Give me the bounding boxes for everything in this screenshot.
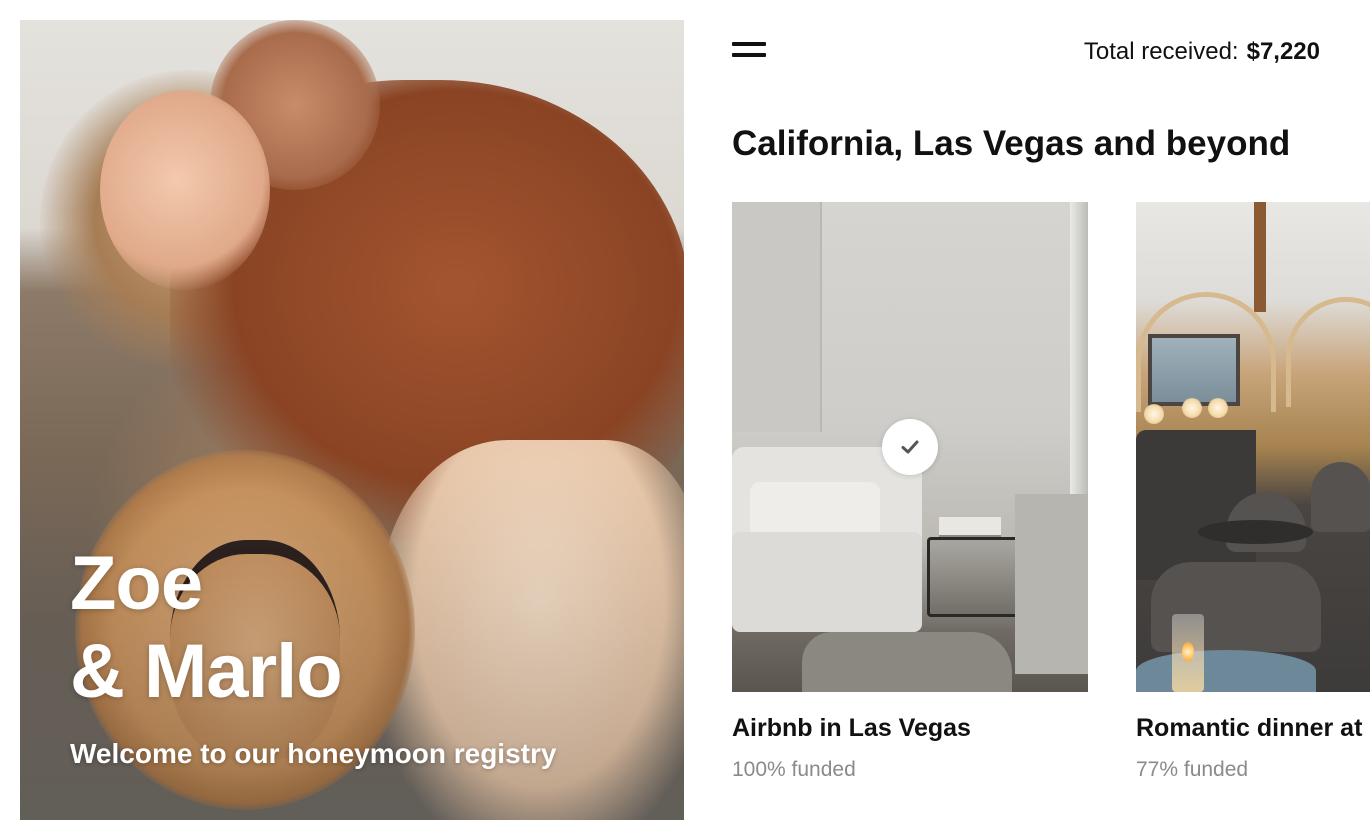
image-detail-blanket (802, 632, 1012, 692)
image-detail-arch (1286, 297, 1370, 407)
image-detail-flame (1182, 642, 1194, 662)
gift-card-title: Airbnb in Las Vegas (732, 714, 971, 742)
image-detail-ledge (1015, 494, 1088, 674)
total-received: Total received: $7,220 (1084, 38, 1320, 66)
total-received-amount: $7,220 (1246, 38, 1320, 65)
hamburger-menu-icon-bar (732, 53, 766, 57)
checkmark-icon (901, 440, 919, 454)
total-received-label: Total received: (1083, 38, 1239, 65)
image-detail-lamp (1208, 398, 1228, 418)
registry-welcome-text: Welcome to our honeymoon registry (70, 738, 557, 769)
couple-name-line-2: & Marlo (70, 629, 343, 714)
gift-card-carousel: Airbnb in Las Vegas 100% funded Romantic… (732, 202, 1370, 802)
image-detail-chair (1311, 462, 1370, 532)
gift-card-airbnb[interactable]: Airbnb in Las Vegas 100% funded (732, 202, 1088, 781)
gift-card-funded-status: 77% funded (1136, 758, 1249, 781)
image-detail-window (1148, 334, 1240, 406)
hamburger-menu-icon (732, 42, 766, 46)
image-detail-lamp (1144, 404, 1164, 424)
image-detail-window (1070, 202, 1088, 502)
image-detail-side-table (927, 537, 1022, 617)
menu-button[interactable] (732, 40, 768, 64)
gift-card-image (732, 202, 1088, 692)
image-detail-lamp (1182, 398, 1202, 418)
image-detail-beam (1254, 202, 1266, 312)
image-detail-books (939, 517, 1001, 539)
funded-check-badge (882, 419, 938, 475)
couple-name-line-1: Zoe (70, 541, 203, 626)
section-title: California, Las Vegas and beyond (732, 124, 1291, 163)
gift-card-romantic-dinner[interactable]: Romantic dinner at 77% funded (1136, 202, 1370, 781)
couple-names-heading: Zoe & Marlo (70, 540, 630, 716)
hero-photo: Zoe & Marlo Welcome to our honeymoon reg… (20, 20, 684, 820)
image-detail-table (1198, 520, 1313, 544)
image-detail-wall (732, 202, 822, 432)
gift-card-funded-status: 100% funded (732, 758, 856, 781)
image-detail-sofa-seat (732, 532, 922, 632)
gift-card-image (1136, 202, 1370, 692)
gift-card-title: Romantic dinner at (1136, 714, 1363, 742)
image-detail-front-table (1136, 650, 1316, 692)
